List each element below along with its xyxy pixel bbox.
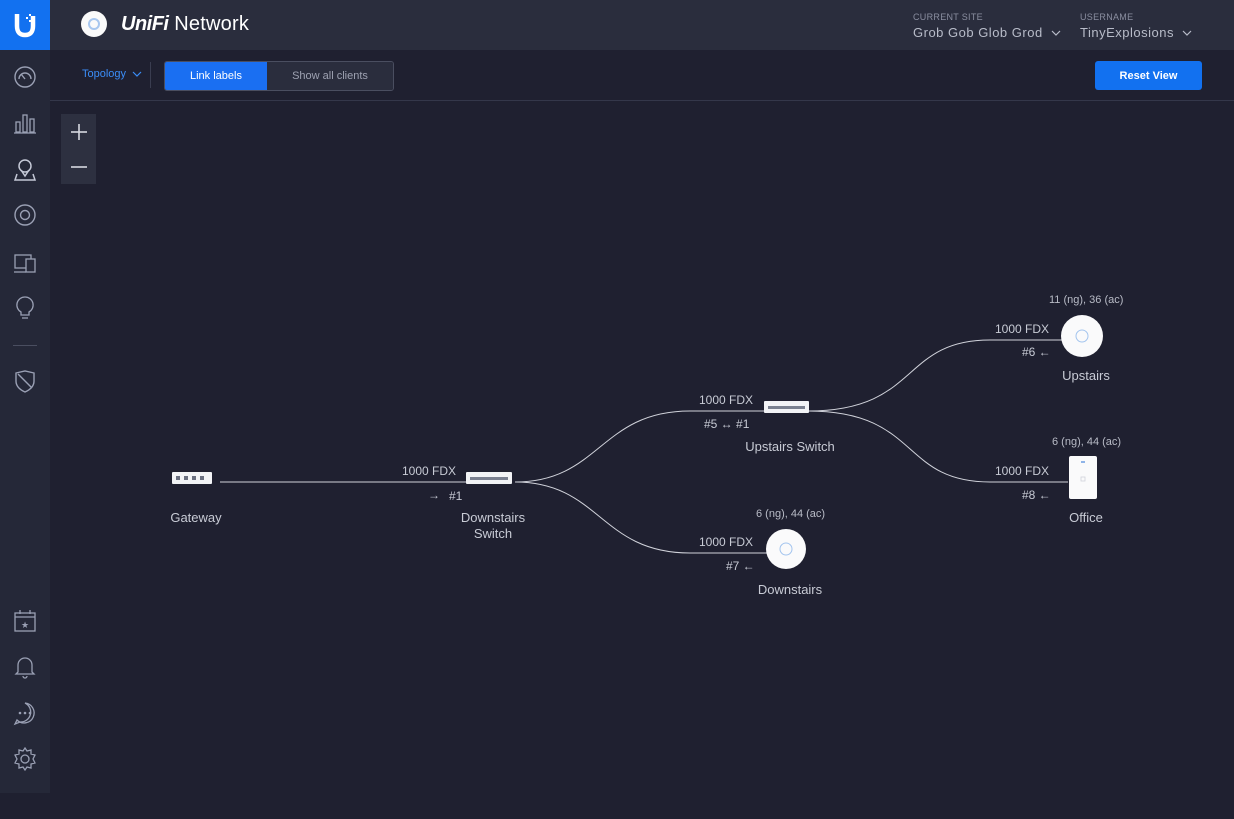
chevron-down-icon: [1182, 30, 1192, 36]
clients-icon[interactable]: [12, 250, 38, 276]
upstairs-ap-channels: 11 (ng), 36 (ac): [1049, 294, 1124, 306]
office-ap-uplink-speed: 1000 FDX: [995, 464, 1050, 478]
top-bar: UniFi Network CURRENT SITE Grob Gob Glob…: [50, 0, 1234, 50]
downstairs-switch-uplink-port: #1: [449, 489, 463, 503]
downstairs-ap-uplink-speed: 1000 FDX: [699, 535, 754, 549]
link-labels-button[interactable]: Link labels: [165, 62, 267, 90]
username-label: USERNAME: [1080, 12, 1134, 22]
upstairs-ap-device[interactable]: [1061, 315, 1103, 357]
upstairs-switch-label: Upstairs Switch: [745, 439, 835, 454]
upstairs-switch-uplink-speed: 1000 FDX: [699, 393, 754, 407]
reset-view-button[interactable]: Reset View: [1095, 61, 1202, 90]
upstairs-ap-uplink-port: #6 ←: [1022, 345, 1051, 359]
devices-icon[interactable]: [12, 202, 38, 228]
insights-icon[interactable]: [12, 294, 38, 320]
alerts-icon[interactable]: [12, 654, 38, 680]
office-ap-label: Office: [1069, 510, 1103, 525]
app-name: Network: [174, 13, 250, 35]
chat-icon[interactable]: [12, 700, 38, 726]
office-ap-device[interactable]: [1069, 456, 1097, 499]
svg-text:★: ★: [21, 621, 29, 631]
ubiquiti-u-icon: [14, 14, 36, 38]
office-ap-channels: 6 (ng), 44 (ac): [1052, 436, 1122, 448]
gateway-label: Gateway: [170, 510, 222, 525]
app-title: UniFi Network: [121, 13, 249, 36]
current-site-label: CURRENT SITE: [913, 12, 983, 22]
brand-name: UniFi: [121, 13, 169, 35]
upstairs-ap-label: Upstairs: [1062, 368, 1110, 383]
username-selector[interactable]: USERNAME TinyExplosions: [1080, 12, 1192, 40]
view-selector[interactable]: Topology: [82, 68, 142, 80]
downstairs-switch-uplink-speed: 1000 FDX: [402, 464, 457, 478]
chevron-down-icon: [1051, 30, 1061, 36]
upstairs-ap-uplink-speed: 1000 FDX: [995, 322, 1050, 336]
view-selector-label: Topology: [82, 68, 127, 80]
sidebar-divider: [13, 345, 37, 346]
downstairs-switch-label-line2: Switch: [473, 526, 513, 541]
label-toggle-group: Link labels Show all clients: [164, 61, 394, 91]
shield-icon[interactable]: [12, 368, 38, 394]
zoom-in-button[interactable]: [61, 114, 96, 149]
current-site-value: Grob Gob Glob Grod: [913, 25, 1043, 40]
zoom-out-button[interactable]: [61, 149, 96, 184]
username-value: TinyExplosions: [1080, 25, 1174, 40]
app-icon: [81, 11, 107, 37]
map-icon[interactable]: [12, 156, 38, 182]
gateway-device[interactable]: [172, 472, 212, 484]
toolbar: Topology Link labels Show all clients Re…: [50, 50, 1234, 101]
upstairs-switch-uplink-ports: #5 ↔ #1: [704, 417, 750, 431]
plus-icon: [70, 123, 87, 140]
downstairs-switch-uplink-arrow: →: [428, 488, 440, 502]
statistics-icon[interactable]: [12, 110, 38, 136]
downstairs-ap-device[interactable]: [766, 529, 806, 569]
downstairs-ap-channels: 6 (ng), 44 (ac): [756, 508, 826, 520]
dashboard-icon[interactable]: [12, 64, 38, 90]
topology-canvas: [172, 315, 1103, 569]
events-icon[interactable]: ★: [12, 608, 38, 634]
settings-icon[interactable]: [12, 746, 38, 772]
toolbar-divider: [150, 62, 151, 88]
upstairs-switch-device[interactable]: [764, 401, 809, 413]
downstairs-ap-label: Downstairs: [757, 582, 823, 597]
sidebar: ★: [0, 0, 50, 793]
downstairs-ap-uplink-port: #7 ←: [726, 559, 755, 573]
office-ap-uplink-port: #8 ←: [1022, 488, 1051, 502]
zoom-controls: [61, 114, 96, 184]
show-all-clients-button[interactable]: Show all clients: [267, 62, 393, 90]
downstairs-switch-device[interactable]: [466, 472, 512, 484]
current-site-selector[interactable]: CURRENT SITE Grob Gob Glob Grod: [913, 12, 1061, 40]
chevron-down-icon: [132, 71, 142, 77]
downstairs-switch-label-line1: Downstairs: [460, 510, 526, 525]
minus-icon: [70, 165, 87, 168]
unifi-logo[interactable]: [0, 0, 50, 50]
sidebar-footer: [0, 793, 50, 819]
